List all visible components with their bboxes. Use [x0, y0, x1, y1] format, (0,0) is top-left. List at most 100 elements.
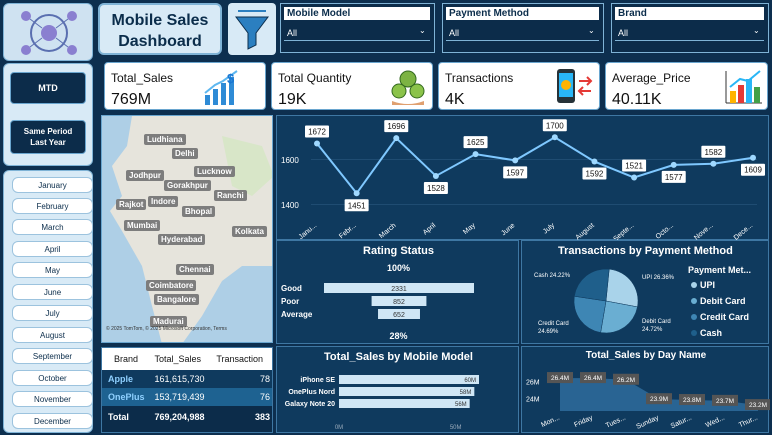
data-point	[631, 174, 638, 181]
funnel-top-label: 100%	[386, 263, 411, 273]
data-label: 1597	[506, 168, 524, 177]
mtd-button[interactable]: MTD	[10, 72, 86, 104]
logo	[3, 3, 93, 61]
x-tick-label: Octo...	[655, 222, 675, 241]
pie-slice	[573, 295, 607, 333]
x-tick-label: Thur...	[738, 414, 759, 429]
kpi-total-quantity: Total Quantity 19K	[271, 62, 433, 110]
payment-method-chart: Transactions by Payment Method UPI 26.36…	[521, 240, 769, 344]
chart-title: Total_Sales by Day Name	[585, 350, 707, 361]
data-label: 1582	[704, 148, 722, 157]
bar-value-label: 852	[393, 299, 405, 306]
table-row[interactable]: OnePlus 153,719,439 76	[102, 388, 272, 406]
mobile-model-slicer[interactable]: Mobile Model All ⌄	[280, 3, 435, 53]
data-point	[591, 158, 598, 165]
month-november[interactable]: November	[12, 391, 93, 407]
table-row[interactable]: Apple 161,615,730 78	[102, 370, 272, 388]
data-label: 23.2M	[749, 402, 767, 409]
data-point	[314, 140, 320, 147]
sales-by-day-chart: Total_Sales by Day Name 26M 24M 26.4M Mon..…	[521, 346, 770, 433]
kpi-value: 19K	[278, 91, 307, 108]
slicer-value[interactable]: All	[284, 26, 430, 41]
legend-marker	[691, 298, 697, 304]
payment-method-slicer[interactable]: Payment Method All ⌄	[442, 3, 604, 53]
kpi-value: 769M	[111, 91, 152, 108]
kpi-label: Total_Sales	[111, 71, 174, 85]
sales-map[interactable]: Ludhiana Delhi Lucknow Jodhpur Gorakhpur Ranc…	[101, 115, 273, 343]
slicer-value[interactable]: All	[615, 26, 764, 41]
month-october[interactable]: October	[12, 370, 93, 386]
map-city-label[interactable]: Gorakhpur	[164, 180, 211, 191]
cell-sales: 769,204,988	[154, 412, 205, 422]
map-city-label[interactable]: Hyderabad	[158, 234, 206, 245]
y-tick-label: 1400	[281, 201, 299, 210]
same-period-last-year-button[interactable]: Same Period Last Year	[10, 120, 86, 154]
legend-marker	[691, 282, 697, 288]
brand-slicer[interactable]: Brand All ⌄	[611, 3, 769, 53]
map-city-label[interactable]: Chennai	[176, 264, 214, 275]
slicer-label: Brand	[615, 7, 764, 20]
map-city-label[interactable]: Lucknow	[194, 166, 235, 177]
chart-title: Transactions by Payment Method	[558, 245, 733, 257]
map-city-label[interactable]: Delhi	[172, 148, 198, 159]
legend-title: Payment Met...	[688, 265, 751, 275]
month-may[interactable]: May	[12, 262, 93, 278]
map-city-label[interactable]: Jodhpur	[126, 170, 164, 181]
day-area-svg: 26M 24M 26.4M Mon... 26.4M Friday 26.2M Tues...…	[526, 372, 770, 431]
data-label: 1528	[427, 184, 445, 193]
map-city-label[interactable]: Rajkot	[116, 199, 147, 210]
month-february[interactable]: February	[12, 198, 93, 214]
x-tick-label: August	[575, 222, 596, 241]
cell-transactions: 383	[254, 412, 270, 422]
data-label: 1451	[348, 201, 366, 210]
slicer-value[interactable]: All	[446, 26, 599, 41]
dashboard-title: Mobile Sales Dashboard	[98, 3, 222, 55]
data-point	[393, 135, 400, 142]
data-label: 23.8M	[683, 397, 701, 404]
map-city-label[interactable]: Ludhiana	[144, 134, 186, 145]
month-april[interactable]: April	[12, 241, 93, 257]
month-march[interactable]: March	[12, 219, 93, 235]
x-tick-label: Satur...	[670, 414, 693, 430]
month-june[interactable]: June	[12, 284, 93, 300]
legend-marker	[691, 330, 697, 336]
cell-sales: 153,719,439	[154, 392, 205, 402]
bar	[339, 399, 470, 408]
map-city-label[interactable]: Ranchi	[214, 190, 247, 201]
filter-icon	[228, 3, 276, 55]
category-label: Galaxy Note 20	[285, 401, 335, 408]
slice-label: Debit Card	[642, 319, 671, 325]
map-city-label[interactable]: Bangalore	[154, 294, 200, 305]
x-tick-label: March	[378, 222, 397, 240]
legend-label: Debit Card	[700, 296, 746, 306]
funnel-bottom-label: 28%	[389, 331, 408, 341]
data-label: 23.7M	[716, 398, 734, 405]
x-tick-label: 50M	[450, 425, 462, 431]
line-chart-svg: 1400 1600 1672 Janu... 1451 Febr... 1696 March 1…	[281, 119, 765, 243]
month-january[interactable]: January	[12, 177, 93, 193]
data-label: 1625	[467, 138, 485, 147]
slicer-label: Payment Method	[446, 7, 599, 20]
month-september[interactable]: September	[12, 348, 93, 364]
map-city-label[interactable]: Bhopal	[182, 206, 216, 217]
map-city-label[interactable]: Kolkata	[232, 226, 267, 237]
x-tick-label: Febr...	[338, 222, 358, 240]
table-total-row: Total 769,204,988 383	[102, 406, 272, 428]
kpi-value: 4K	[445, 91, 465, 108]
cell-brand: Total	[108, 412, 129, 422]
map-city-label[interactable]: Coimbatore	[146, 280, 197, 291]
legend-label: UPI	[700, 280, 715, 290]
bar	[339, 387, 475, 396]
slicer-label: Mobile Model	[284, 7, 430, 20]
map-city-label[interactable]: Mumbai	[124, 220, 161, 231]
legend-label: Cash	[700, 328, 722, 338]
month-august[interactable]: August	[12, 327, 93, 343]
month-december[interactable]: December	[12, 413, 93, 429]
x-tick-label: Janu...	[298, 222, 319, 241]
x-tick-label: April	[422, 222, 438, 237]
bar-chart-icon	[725, 70, 762, 104]
title-line-1: Mobile Sales	[111, 12, 209, 29]
bar	[339, 375, 479, 384]
map-city-label[interactable]: Indore	[148, 196, 179, 207]
month-july[interactable]: July	[12, 305, 93, 321]
